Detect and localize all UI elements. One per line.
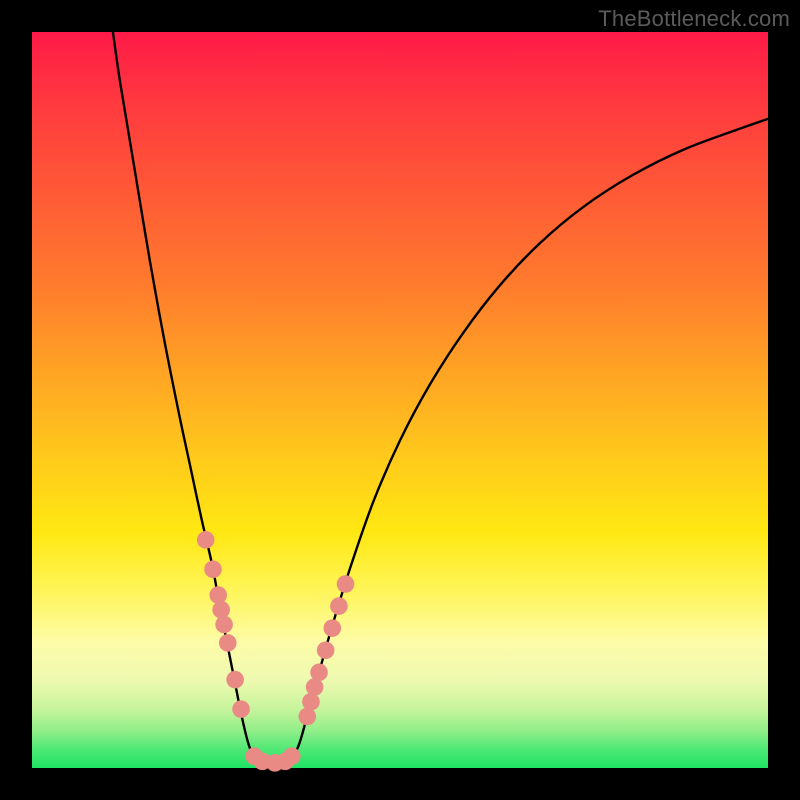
curve-marker (317, 641, 335, 659)
chart-frame: TheBottleneck.com (0, 0, 800, 800)
curve-layer (32, 32, 768, 768)
curve-marker (219, 634, 237, 652)
bottleneck-curve (113, 32, 768, 763)
curve-marker (298, 708, 316, 726)
curve-marker (232, 700, 250, 718)
curve-marker (204, 560, 222, 578)
plot-area (32, 32, 768, 768)
curve-path (113, 32, 768, 763)
curve-marker (215, 616, 233, 634)
curve-marker (337, 575, 355, 593)
curve-marker (302, 693, 320, 711)
curve-markers (197, 531, 354, 772)
curve-marker (323, 619, 341, 637)
curve-marker (226, 671, 244, 689)
curve-marker (212, 601, 230, 619)
curve-marker (209, 586, 227, 604)
curve-marker (310, 664, 328, 682)
watermark-text: TheBottleneck.com (598, 6, 790, 32)
curve-marker (283, 747, 301, 765)
curve-marker (197, 531, 215, 549)
curve-marker (330, 597, 348, 615)
